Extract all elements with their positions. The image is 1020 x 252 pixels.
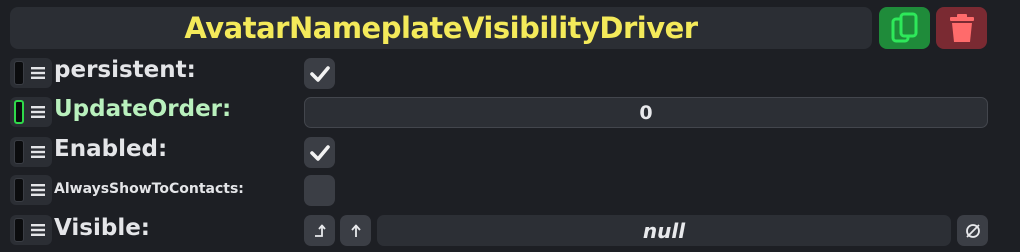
- arrow-up-icon: [350, 224, 361, 237]
- checkmark-icon: [309, 65, 330, 82]
- always-show-to-contacts-checkbox[interactable]: [304, 175, 335, 206]
- hamburger-icon: [31, 146, 45, 158]
- field-slot-indicator: [14, 178, 24, 202]
- field-label-update-order: UpdateOrder:: [54, 96, 232, 122]
- select-parent-button[interactable]: [340, 215, 371, 246]
- field-slot-indicator: [14, 100, 24, 124]
- field-slot-indicator: [14, 61, 24, 85]
- checkmark-icon: [309, 144, 330, 161]
- trash-icon: [949, 14, 974, 42]
- component-title: AvatarNameplateVisibilityDriver: [184, 11, 698, 45]
- update-order-input[interactable]: 0: [304, 97, 988, 128]
- field-slot-indicator: [14, 218, 24, 242]
- null-icon: [965, 223, 980, 238]
- jump-to-target-button[interactable]: [304, 215, 335, 246]
- field-drag-handle[interactable]: [10, 97, 52, 127]
- field-row-visible: Visible: null: [0, 212, 1020, 250]
- hamburger-icon: [31, 224, 45, 236]
- delete-button[interactable]: [936, 7, 987, 49]
- enabled-checkbox[interactable]: [304, 137, 335, 168]
- field-row-persistent: persistent:: [0, 55, 1020, 93]
- field-row-always-show-to-contacts: AlwaysShowToContacts:: [0, 172, 1020, 210]
- field-slot-indicator: [14, 140, 24, 164]
- hamburger-icon: [31, 106, 45, 118]
- field-drag-handle[interactable]: [10, 58, 52, 88]
- component-inspector: AvatarNameplateVisibilityDriver persiste…: [0, 0, 1020, 252]
- field-drag-handle[interactable]: [10, 175, 52, 205]
- clear-reference-button[interactable]: [957, 215, 988, 246]
- component-header: AvatarNameplateVisibilityDriver: [10, 7, 872, 49]
- persistent-checkbox[interactable]: [304, 58, 335, 89]
- visible-reference-field[interactable]: null: [377, 215, 951, 246]
- field-label-visible: Visible:: [54, 215, 150, 241]
- field-row-enabled: Enabled:: [0, 134, 1020, 172]
- hamburger-icon: [31, 184, 45, 196]
- field-row-update-order: UpdateOrder: 0: [0, 94, 1020, 132]
- duplicate-button[interactable]: [879, 7, 930, 49]
- field-drag-handle[interactable]: [10, 215, 52, 245]
- field-label-always-show-to-contacts: AlwaysShowToContacts:: [54, 181, 244, 197]
- hamburger-icon: [31, 67, 45, 79]
- duplicate-icon: [891, 12, 917, 43]
- field-label-persistent: persistent:: [54, 57, 196, 83]
- corner-arrow-icon: [314, 224, 326, 237]
- field-drag-handle[interactable]: [10, 137, 52, 167]
- field-label-enabled: Enabled:: [54, 136, 168, 162]
